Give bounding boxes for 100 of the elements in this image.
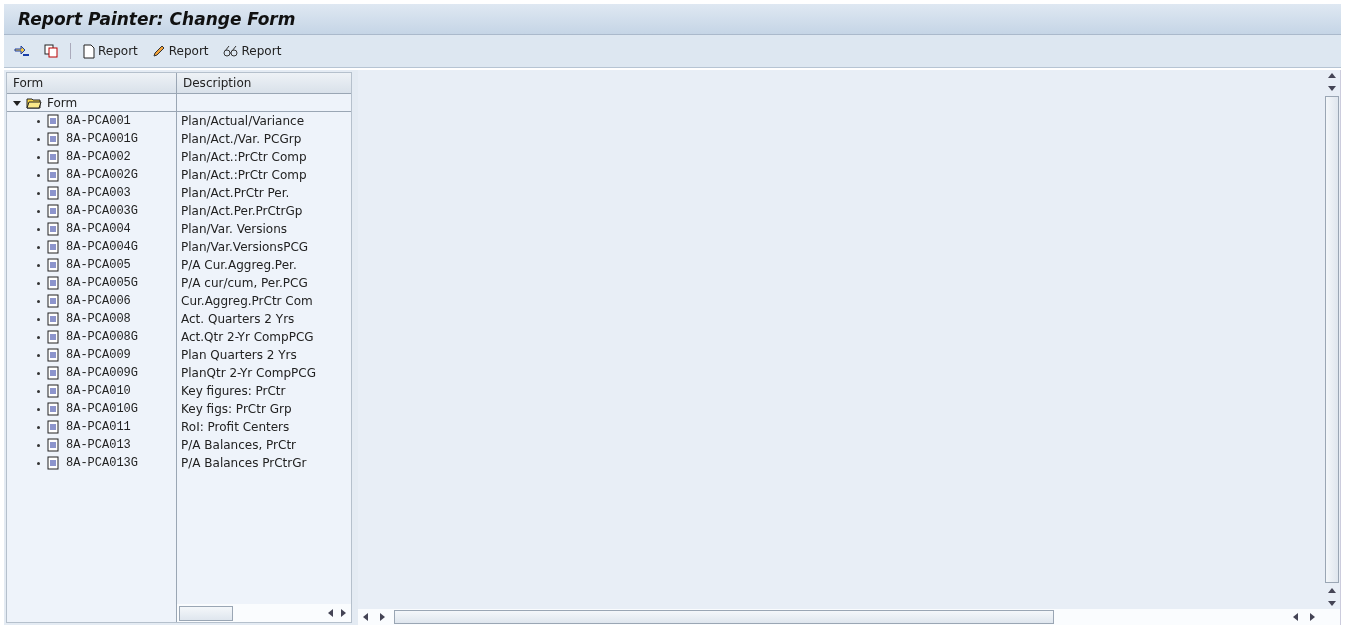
form-name[interactable]: 8A-PCA010G — [66, 402, 138, 416]
document-icon — [47, 330, 59, 344]
form-name[interactable]: 8A-PCA005 — [66, 258, 131, 272]
form-description: Plan/Var.VersionsPCG — [181, 240, 309, 254]
form-name[interactable]: 8A-PCA001G — [66, 132, 138, 146]
form-description: Plan/Act./Var. PCGrp — [181, 132, 302, 146]
copy-button[interactable] — [42, 42, 60, 60]
bullet-icon — [37, 443, 40, 447]
form-name[interactable]: 8A-PCA002 — [66, 150, 131, 164]
form-description: P/A cur/cum, Per.PCG — [181, 276, 308, 290]
form-name[interactable]: 8A-PCA003G — [66, 204, 138, 218]
form-name[interactable]: 8A-PCA008G — [66, 330, 138, 344]
bullet-icon — [37, 371, 40, 375]
form-description: Plan/Act.:PrCtr Comp — [181, 168, 307, 182]
form-name[interactable]: 8A-PCA006 — [66, 294, 131, 308]
document-icon — [47, 456, 59, 470]
form-description: Plan/Var. Versions — [181, 222, 288, 236]
scrollbar-thumb[interactable] — [179, 605, 233, 621]
form-description: P/A Cur.Aggreg.Per. — [181, 258, 297, 272]
scroll-up-icon[interactable] — [1328, 587, 1336, 595]
form-name[interactable]: 8A-PCA005G — [66, 276, 138, 290]
form-description: Cur.Aggreg.PrCtr Com — [181, 294, 313, 308]
scroll-left-icon[interactable] — [362, 613, 370, 621]
form-description: RoI: Profit Centers — [181, 420, 290, 434]
scroll-down-icon[interactable] — [1328, 84, 1336, 92]
document-icon — [47, 348, 59, 362]
scrollbar-thumb[interactable] — [1325, 96, 1339, 583]
document-icon — [83, 43, 95, 59]
copy-icon — [44, 44, 58, 58]
form-description: P/A Balances, PrCtr — [181, 438, 297, 452]
bullet-icon — [37, 281, 40, 285]
scrollbar-thumb[interactable] — [394, 610, 1054, 624]
scroll-right-icon[interactable] — [339, 609, 347, 617]
form-name[interactable]: 8A-PCA003 — [66, 186, 131, 200]
bullet-icon — [37, 353, 40, 357]
form-name[interactable]: 8A-PCA011 — [66, 420, 131, 434]
bullet-icon — [37, 209, 40, 213]
window-title: Report Painter: Change Form — [18, 9, 296, 29]
bullet-icon — [37, 245, 40, 249]
bullet-icon — [37, 137, 40, 141]
document-icon — [47, 240, 59, 254]
form-name[interactable]: 8A-PCA008 — [66, 312, 131, 326]
bullet-icon — [37, 155, 40, 159]
scroll-down-icon[interactable] — [1328, 599, 1336, 607]
bullet-icon — [37, 425, 40, 429]
form-name[interactable]: 8A-PCA010 — [66, 384, 131, 398]
document-icon — [47, 150, 59, 164]
scroll-right-icon[interactable] — [1308, 613, 1316, 621]
document-icon — [47, 276, 59, 290]
document-icon — [47, 312, 59, 326]
document-icon — [47, 258, 59, 272]
bullet-icon — [37, 407, 40, 411]
bullet-icon — [37, 119, 40, 123]
bullet-icon — [37, 335, 40, 339]
column-header[interactable]: Form — [7, 73, 177, 93]
form-description: Plan/Act.:PrCtr Comp — [181, 150, 307, 164]
form-name[interactable]: 8A-PCA009 — [66, 348, 131, 362]
document-icon — [47, 168, 59, 182]
form-description: Plan/Act.PrCtr Per. — [181, 186, 290, 200]
form-name[interactable]: 8A-PCA013 — [66, 438, 131, 452]
document-icon — [47, 114, 59, 128]
form-description: Key figures: PrCtr — [181, 384, 286, 398]
bullet-icon — [37, 389, 40, 393]
bullet-icon — [37, 299, 40, 303]
bullet-icon — [37, 461, 40, 465]
column-header[interactable]: Description — [177, 73, 351, 93]
form-description: Act. Quarters 2 Yrs — [181, 312, 295, 326]
form-description: Plan Quarters 2 Yrs — [181, 348, 297, 362]
document-icon — [47, 222, 59, 236]
report-button[interactable]: Report — [149, 42, 211, 60]
tree-node-label[interactable]: Form — [47, 95, 78, 110]
form-name[interactable]: 8A-PCA009G — [66, 366, 138, 380]
scroll-up-icon[interactable] — [1328, 72, 1336, 80]
form-name[interactable]: 8A-PCA013G — [66, 456, 138, 470]
bullet-icon — [37, 173, 40, 177]
form-description: Plan/Actual/Variance — [181, 114, 305, 128]
form-name[interactable]: 8A-PCA004G — [66, 240, 138, 254]
form-description: Act.Qtr 2-Yr CompPCG — [181, 330, 314, 344]
report-button[interactable]: Report — [81, 41, 140, 61]
pencil-icon — [151, 44, 166, 58]
form-name[interactable]: 8A-PCA004 — [66, 222, 131, 236]
document-icon — [47, 384, 59, 398]
scroll-left-icon[interactable] — [327, 609, 335, 617]
scroll-left-icon[interactable] — [1292, 613, 1300, 621]
report-button[interactable]: Report — [220, 42, 284, 60]
document-icon — [47, 438, 59, 452]
expand-icon[interactable] — [13, 98, 21, 107]
scroll-right-icon[interactable] — [378, 613, 386, 621]
document-icon — [47, 294, 59, 308]
form-description: PlanQtr 2-Yr CompPCG — [181, 366, 316, 380]
glasses-icon — [222, 45, 239, 57]
bullet-icon — [37, 227, 40, 231]
document-icon — [47, 420, 59, 434]
form-name[interactable]: 8A-PCA002G — [66, 168, 138, 182]
bullet-icon — [37, 191, 40, 195]
bullet-icon — [37, 317, 40, 321]
form-description: P/A Balances PrCtrGr — [181, 456, 307, 470]
form-name[interactable]: 8A-PCA001 — [66, 114, 131, 128]
document-icon — [47, 402, 59, 416]
form-description: Key figs: PrCtr Grp — [181, 402, 292, 416]
